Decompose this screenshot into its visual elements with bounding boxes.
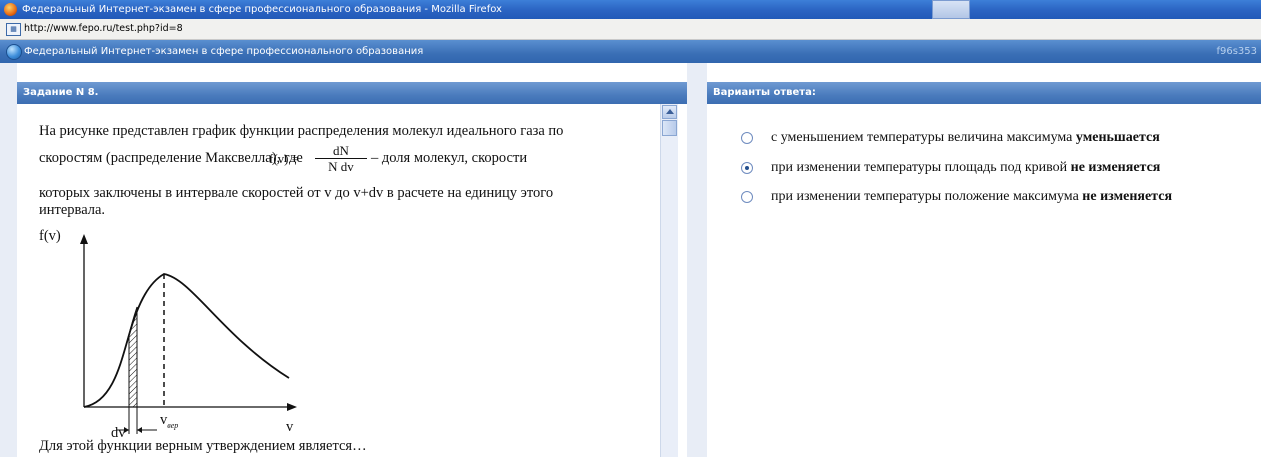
radio-button[interactable]: [741, 191, 753, 203]
answers-list: с уменьшением температуры величина макси…: [707, 104, 1261, 457]
window-control-button[interactable]: [932, 0, 970, 19]
address-bar: ▦ http://www.fepo.ru/test.php?id=8: [0, 19, 1261, 40]
question-text: Для этой функции верным утверждением явл…: [39, 438, 367, 454]
task-body: На рисунке представлен график функции ра…: [17, 104, 687, 457]
session-code: f96s353: [1216, 46, 1257, 57]
app-header: Федеральный Интернет-экзамен в сфере про…: [0, 40, 1261, 63]
vmax-subscript: вер: [167, 420, 179, 430]
app-title: Федеральный Интернет-экзамен в сфере про…: [24, 46, 424, 57]
content-area: Задание N 8. На рисунке представлен граф…: [0, 63, 1261, 457]
window-titlebar: Федеральный Интернет-экзамен в сфере про…: [0, 0, 1261, 19]
answer-label-3[interactable]: при изменении температуры положение макс…: [771, 189, 1172, 205]
x-axis-arrow: [287, 403, 297, 411]
answers-panel: Варианты ответа: с уменьшением температу…: [707, 82, 1261, 457]
maxwell-distribution-graph: [80, 234, 297, 434]
x-axis-label: v: [286, 419, 294, 435]
left-margin: [0, 63, 17, 457]
y-axis-arrow: [80, 234, 88, 244]
window-title: Федеральный Интернет-экзамен в сфере про…: [22, 4, 502, 15]
task-header: Задание N 8.: [17, 82, 687, 104]
scroll-up-icon[interactable]: [662, 105, 677, 119]
panel-divider: [687, 63, 707, 457]
scroll-thumb[interactable]: [662, 120, 677, 136]
task-scrollbar[interactable]: [660, 104, 678, 457]
answer-label-2[interactable]: при изменении температуры площадь под кр…: [771, 160, 1160, 176]
vmax-label: vвер: [160, 412, 178, 430]
answers-header: Варианты ответа:: [707, 82, 1261, 104]
url-field[interactable]: http://www.fepo.ru/test.php?id=8: [24, 19, 183, 39]
radio-button-selected[interactable]: [741, 162, 753, 174]
radio-button[interactable]: [741, 132, 753, 144]
site-identity-icon[interactable]: ▦: [6, 23, 21, 36]
y-axis-label: f(v): [39, 228, 61, 244]
globe-icon: [6, 44, 22, 60]
answer-label-1[interactable]: с уменьшением температуры величина макси…: [771, 130, 1160, 146]
firefox-icon: [4, 3, 17, 16]
distribution-curve: [83, 273, 290, 408]
task-panel: Задание N 8. На рисунке представлен граф…: [17, 82, 687, 457]
task-text-line2-end: – доля молекул, скорости: [371, 150, 528, 166]
